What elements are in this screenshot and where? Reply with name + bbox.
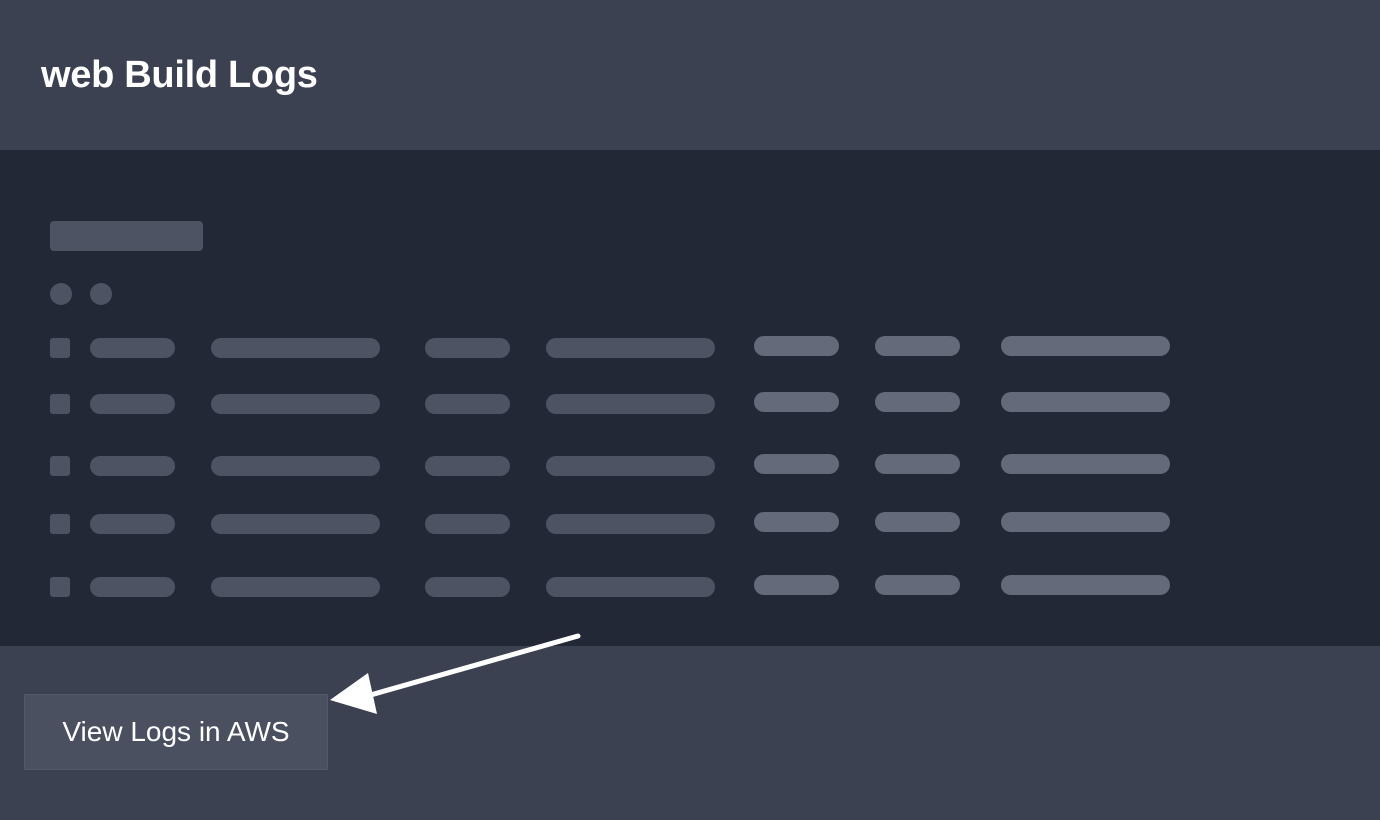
skeleton-cell xyxy=(211,514,380,534)
skeleton-status-dot xyxy=(90,283,112,305)
skeleton-cell xyxy=(425,394,510,414)
log-panel-loading-skeleton xyxy=(0,150,1380,646)
skeleton-cell xyxy=(875,336,960,356)
page-title: web Build Logs xyxy=(41,54,318,96)
skeleton-heading xyxy=(50,221,203,251)
skeleton-cell xyxy=(875,392,960,412)
skeleton-cell xyxy=(90,577,175,597)
skeleton-row-checkbox xyxy=(50,514,70,534)
skeleton-cell xyxy=(1001,336,1170,356)
skeleton-cell xyxy=(425,456,510,476)
skeleton-cell xyxy=(546,338,715,358)
skeleton-cell xyxy=(1001,512,1170,532)
page-footer: View Logs in AWS xyxy=(0,646,1380,820)
skeleton-row-checkbox xyxy=(50,394,70,414)
skeleton-row-checkbox xyxy=(50,338,70,358)
skeleton-row-checkbox xyxy=(50,456,70,476)
skeleton-cell xyxy=(754,454,839,474)
skeleton-cell xyxy=(546,394,715,414)
skeleton-cell xyxy=(425,338,510,358)
skeleton-cell xyxy=(546,456,715,476)
skeleton-row-checkbox xyxy=(50,577,70,597)
page-header: web Build Logs xyxy=(0,0,1380,150)
skeleton-cell xyxy=(90,456,175,476)
skeleton-cell xyxy=(425,577,510,597)
skeleton-cell xyxy=(875,575,960,595)
skeleton-cell xyxy=(1001,454,1170,474)
skeleton-cell xyxy=(90,394,175,414)
skeleton-cell xyxy=(875,512,960,532)
skeleton-cell xyxy=(425,514,510,534)
skeleton-cell xyxy=(754,336,839,356)
skeleton-cell xyxy=(90,338,175,358)
skeleton-cell xyxy=(875,454,960,474)
skeleton-cell xyxy=(211,456,380,476)
build-logs-page: web Build Logs View Logs in AWS xyxy=(0,0,1380,820)
skeleton-cell xyxy=(546,514,715,534)
view-logs-in-aws-button[interactable]: View Logs in AWS xyxy=(24,694,328,770)
skeleton-cell xyxy=(754,392,839,412)
skeleton-cell xyxy=(546,577,715,597)
skeleton-cell xyxy=(211,394,380,414)
skeleton-cell xyxy=(754,575,839,595)
skeleton-status-dot xyxy=(50,283,72,305)
skeleton-cell xyxy=(1001,392,1170,412)
skeleton-cell xyxy=(211,338,380,358)
skeleton-cell xyxy=(1001,575,1170,595)
skeleton-cell xyxy=(90,514,175,534)
skeleton-cell xyxy=(211,577,380,597)
skeleton-cell xyxy=(754,512,839,532)
